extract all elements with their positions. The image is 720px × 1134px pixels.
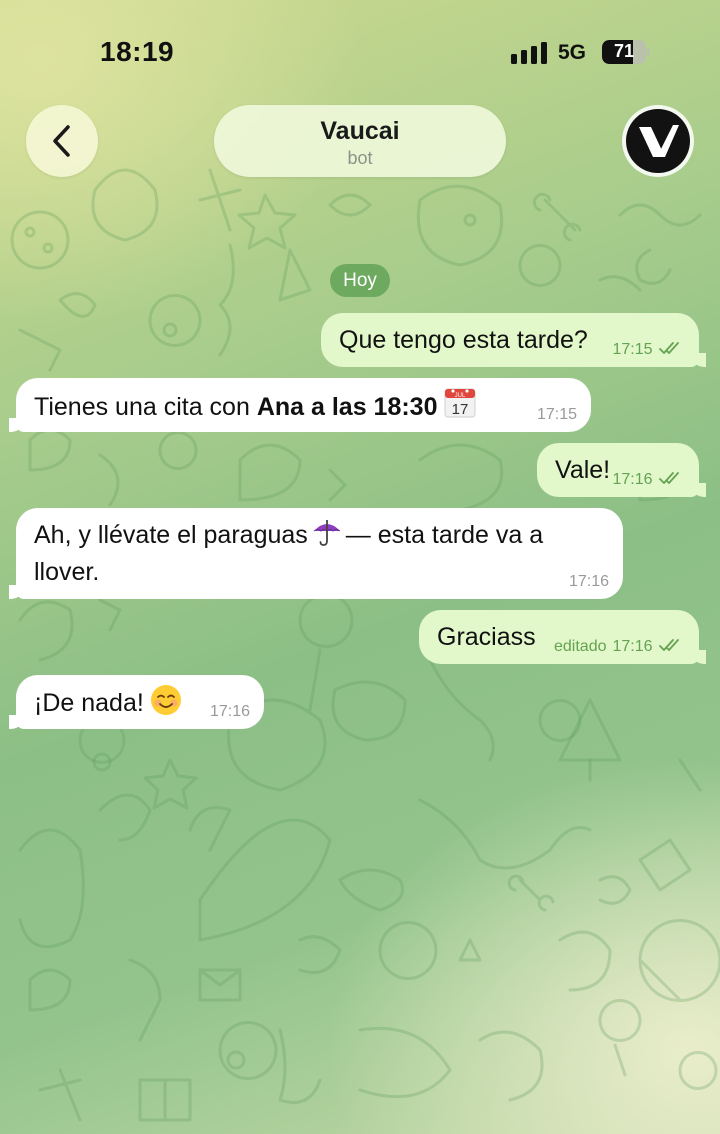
message-meta: 17:16 bbox=[613, 470, 686, 490]
smiling-face-emoji-icon bbox=[150, 685, 181, 715]
message-time: 17:15 bbox=[536, 406, 577, 423]
chat-subtitle: bot bbox=[347, 148, 373, 168]
message-bubble-outgoing[interactable]: Graciass editado 17:16 bbox=[419, 610, 706, 664]
message-meta: 17:15 bbox=[613, 340, 686, 360]
message-text: Vale! bbox=[555, 456, 611, 484]
status-bar: 18:19 5G 71 bbox=[0, 0, 720, 100]
message-time: 17:16 bbox=[612, 471, 653, 488]
date-separator: Hoy bbox=[330, 264, 390, 297]
network-type: 5G bbox=[558, 41, 587, 64]
edited-label: editado bbox=[554, 638, 607, 655]
message-text-bold: Ana a las 18:30 bbox=[256, 393, 438, 421]
svg-text:17: 17 bbox=[451, 401, 468, 418]
vaucai-logo-icon bbox=[626, 109, 690, 173]
read-double-check-icon bbox=[659, 472, 679, 484]
message-time: 17:15 bbox=[612, 341, 653, 358]
chat-header[interactable]: Vaucai bot bbox=[214, 105, 506, 177]
message-text: Graciass bbox=[437, 623, 536, 651]
status-time: 18:19 bbox=[100, 36, 175, 67]
message-time: 17:16 bbox=[209, 703, 250, 720]
message-time: 17:16 bbox=[612, 638, 653, 655]
avatar[interactable] bbox=[622, 105, 694, 177]
message-bubble-incoming[interactable]: Ah, y llévate el paraguas — esta tarde va… bbox=[9, 508, 623, 599]
read-double-check-icon bbox=[659, 342, 679, 354]
chat-screen: 18:19 5G 71 Vaucai bot Hoy Que tengo est… bbox=[0, 0, 720, 1134]
chat-title: Vaucai bbox=[320, 117, 400, 145]
message-bubble-incoming[interactable]: ¡De nada! 17:16 bbox=[9, 675, 264, 729]
chevron-left-icon bbox=[53, 125, 70, 157]
read-double-check-icon bbox=[659, 639, 679, 651]
battery-level: 71 bbox=[613, 41, 635, 61]
svg-text:JUL: JUL bbox=[454, 393, 465, 399]
message-text: Que tengo esta tarde? bbox=[339, 326, 588, 354]
umbrella-emoji-icon bbox=[313, 520, 341, 546]
battery-indicator: 71 bbox=[602, 40, 650, 64]
message-time: 17:16 bbox=[568, 573, 609, 590]
cellular-signal-icon bbox=[511, 42, 547, 64]
back-button[interactable] bbox=[26, 105, 98, 177]
message-meta: editado 17:16 bbox=[554, 637, 685, 657]
calendar-emoji-icon: JUL 17 bbox=[444, 388, 475, 418]
message-text: ¡De nada! bbox=[34, 684, 182, 722]
message-bubble-outgoing[interactable]: Que tengo esta tarde? 17:15 bbox=[321, 313, 706, 367]
message-text: Ah, y llévate el paraguas — esta tarde va… bbox=[34, 517, 543, 591]
message-bubble-incoming[interactable]: Tienes una cita con Ana a las 18:30 JUL 17… bbox=[9, 378, 591, 432]
message-text: Tienes una cita con Ana a las 18:30 JUL 17 bbox=[34, 387, 476, 426]
message-bubble-outgoing[interactable]: Vale! 17:16 bbox=[537, 443, 706, 497]
